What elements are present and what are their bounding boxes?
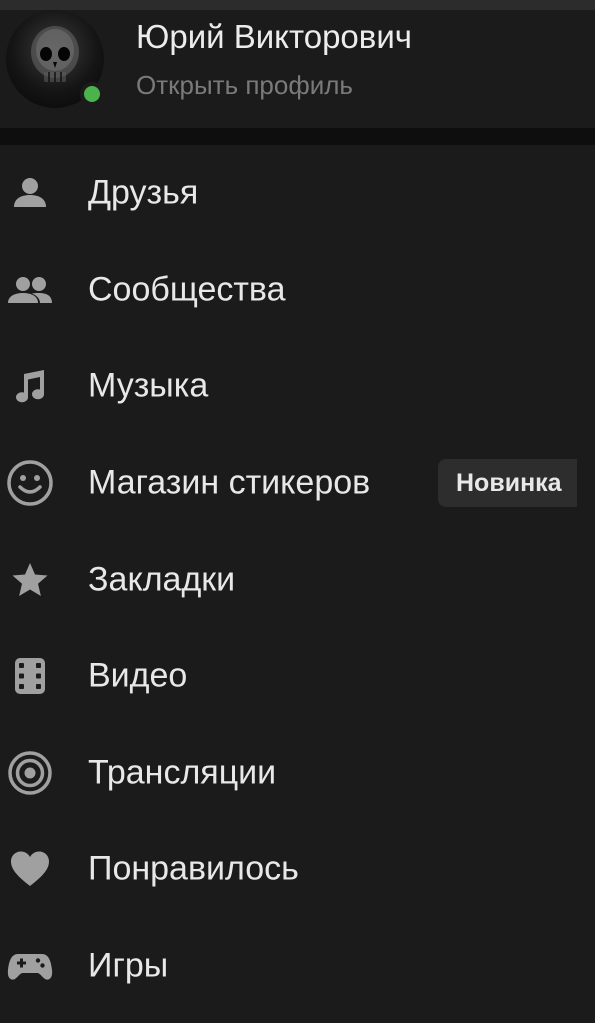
menu-item-games[interactable]: Игры <box>0 918 595 1015</box>
menu-item-label: Понравилось <box>88 849 299 888</box>
menu-item-label: Видео <box>88 656 188 695</box>
menu-item-label: Магазин стикеров <box>88 463 371 502</box>
people-icon <box>6 266 54 314</box>
menu-item-label: Игры <box>88 946 169 985</box>
menu-item-communities[interactable]: Сообщества <box>0 242 595 339</box>
menu-item-music[interactable]: Музыка <box>0 338 595 435</box>
broadcast-icon <box>6 749 54 797</box>
menu-item-label: Трансляции <box>88 753 277 792</box>
menu-item-label: Закладки <box>88 560 236 599</box>
section-divider <box>0 128 595 145</box>
menu-item-broadcasts[interactable]: Трансляции <box>0 725 595 822</box>
avatar-container[interactable] <box>6 10 104 108</box>
online-status-indicator <box>80 82 104 106</box>
menu-item-sticker-store[interactable]: Магазин стикеров Новинка <box>0 435 595 532</box>
heart-icon <box>6 845 54 893</box>
profile-header[interactable]: Юрий Викторович Открыть профиль <box>0 10 595 128</box>
menu-item-label: Музыка <box>88 366 209 405</box>
open-profile-link[interactable]: Открыть профиль <box>136 70 353 101</box>
star-icon <box>6 556 54 604</box>
menu-item-friends[interactable]: Друзья <box>0 145 595 242</box>
menu-item-liked[interactable]: Понравилось <box>0 821 595 918</box>
smiley-icon <box>6 459 54 507</box>
new-badge: Новинка <box>438 459 577 508</box>
music-note-icon <box>6 362 54 410</box>
menu-item-label: Друзья <box>88 173 199 212</box>
navigation-menu: Друзья Сообщества Музыка Магазин стикеро… <box>0 145 595 1014</box>
status-strip <box>0 0 595 10</box>
menu-item-video[interactable]: Видео <box>0 628 595 725</box>
person-icon <box>6 169 54 217</box>
profile-name[interactable]: Юрий Викторович <box>136 18 412 56</box>
menu-item-label: Сообщества <box>88 270 286 309</box>
menu-item-bookmarks[interactable]: Закладки <box>0 531 595 628</box>
gamepad-icon <box>6 942 54 990</box>
video-icon <box>6 652 54 700</box>
